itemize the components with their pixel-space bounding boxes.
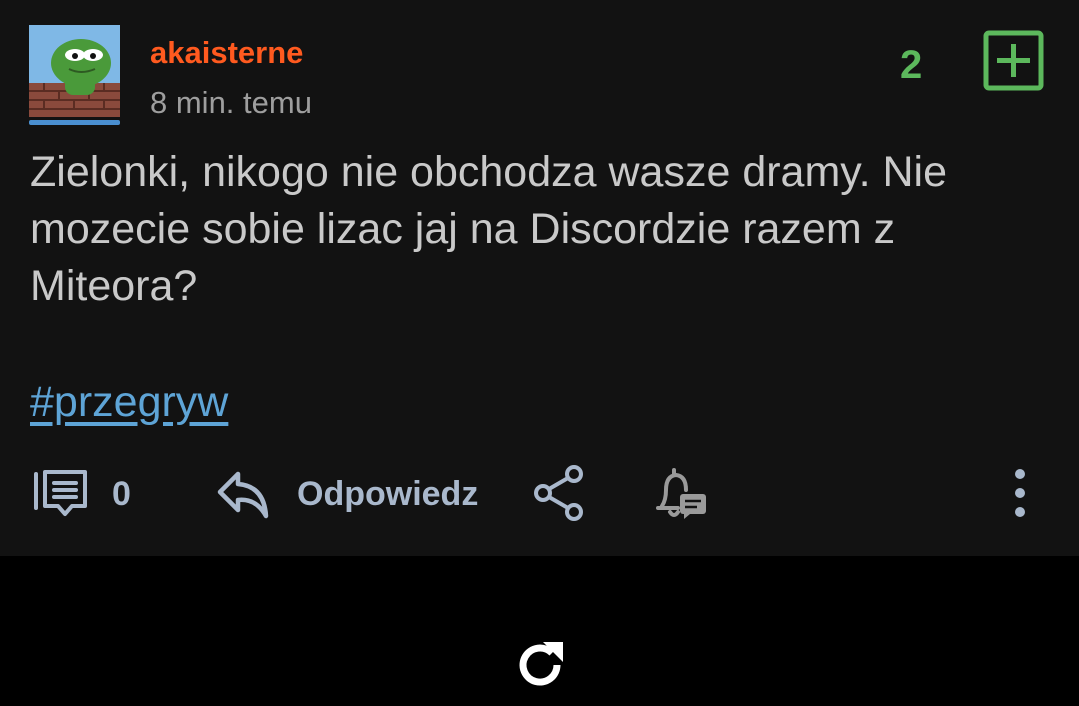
refresh-icon (519, 642, 563, 686)
reply-button[interactable] (216, 468, 272, 522)
comment-icon (34, 470, 87, 516)
bell-message-icon (656, 468, 706, 519)
username[interactable]: akaisterne (150, 34, 303, 72)
share-icon (534, 465, 583, 521)
hashtag-link[interactable]: #przegryw (30, 374, 228, 431)
refresh-button[interactable] (513, 638, 567, 692)
plus-square-icon (983, 30, 1044, 91)
upvote-button[interactable] (983, 30, 1044, 91)
reply-label[interactable]: Odpowiedz (297, 474, 478, 514)
vote-count: 2 (900, 43, 923, 87)
user-avatar[interactable] (29, 25, 120, 125)
more-options-button[interactable] (1006, 466, 1034, 520)
comments-button[interactable] (32, 468, 90, 520)
reply-arrow-icon (217, 471, 269, 519)
post-timestamp: 8 min. temu (150, 85, 312, 120)
more-vertical-icon (1015, 469, 1025, 517)
post-body: Zielonki, nikogo nie obchodza wasze dram… (30, 148, 948, 310)
comment-count[interactable]: 0 (112, 474, 131, 514)
post-card: akaisterne 8 min. temu 2 Zielonki, nikog… (0, 0, 1079, 556)
share-button[interactable] (532, 464, 586, 522)
notify-button[interactable] (654, 466, 710, 522)
